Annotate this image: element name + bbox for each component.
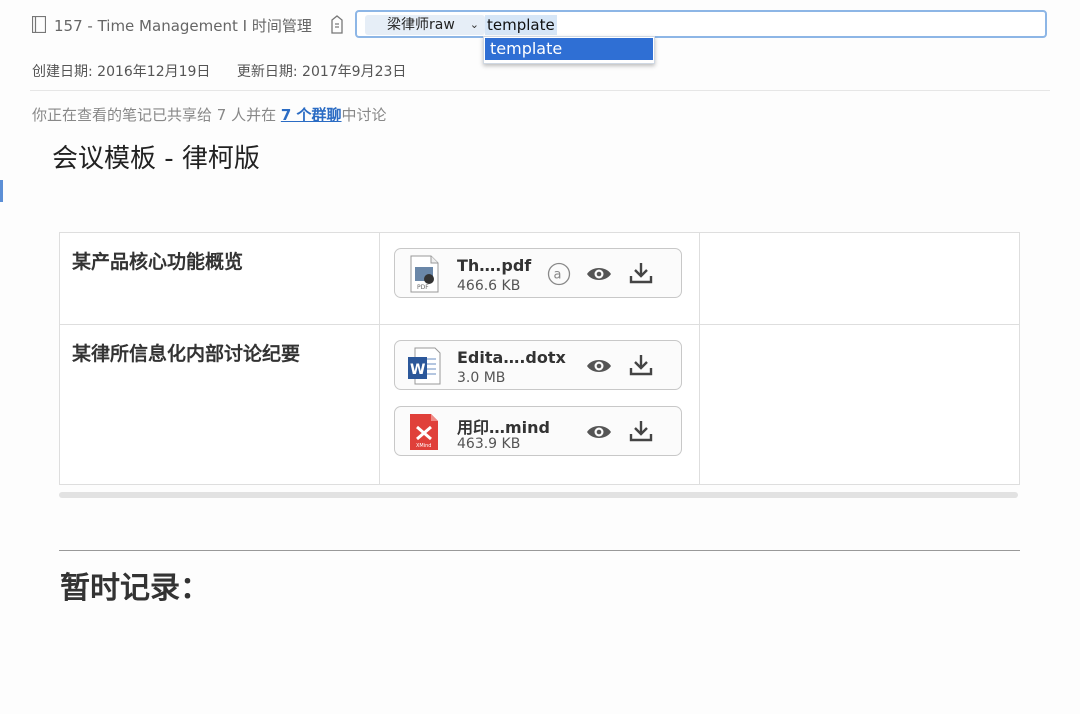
attachment-name: Th….pdf — [457, 256, 532, 275]
row-label[interactable]: 某产品核心功能概览 — [59, 232, 380, 325]
attachment-name: 用印…mind — [457, 418, 551, 437]
row-label[interactable]: 某律所信息化内部讨论纪要 — [59, 324, 380, 485]
chevron-down-icon[interactable]: ⌄ — [470, 15, 479, 35]
download-icon[interactable] — [628, 353, 654, 377]
notebook-title[interactable]: 157 - Time Management I 时间管理 — [54, 15, 312, 36]
header-divider — [30, 90, 1050, 91]
group-chats-link[interactable]: 7 个群聊 — [281, 106, 342, 124]
share-notice-suffix: 中讨论 — [341, 106, 387, 124]
content-table: 某产品核心功能概览 PDF Th….pdf 466.6 KB a 某律所信息化内… — [59, 232, 1020, 485]
updated-date: 更新日期: 2017年9月23日 — [236, 64, 407, 80]
attachment-size: 3.0 MB — [457, 370, 506, 386]
table-row: 某律所信息化内部讨论纪要 W Edita….dotx 3.0 MB XMind … — [59, 324, 1020, 485]
notebook-icon[interactable] — [32, 16, 46, 33]
tag-icon[interactable] — [329, 15, 345, 35]
section-heading[interactable]: 暂时记录： — [60, 563, 210, 607]
horizontal-rule — [59, 550, 1020, 551]
share-notice-prefix: 你正在查看的笔记已共享给 7 人并在 — [32, 106, 281, 124]
tag-chip[interactable]: 梁律师raw ⌄ — [365, 15, 485, 35]
attachment-card[interactable]: XMind 用印…mind 463.9 KB — [394, 406, 682, 456]
xmind-file-icon: XMind — [410, 414, 438, 450]
share-notice: 你正在查看的笔记已共享给 7 人并在 7 个群聊中讨论 — [32, 104, 387, 125]
preview-eye-icon[interactable] — [585, 263, 613, 285]
note-dates: 创建日期: 2016年12月19日 更新日期: 2017年9月23日 — [32, 61, 406, 81]
svg-text:W: W — [410, 362, 425, 378]
attachment-size: 463.9 KB — [457, 436, 521, 452]
tag-chip-label: 梁律师raw — [387, 17, 455, 33]
tag-input-text[interactable]: template — [485, 15, 557, 35]
attachment-name: Edita….dotx — [457, 348, 566, 367]
preview-eye-icon[interactable] — [585, 421, 613, 443]
empty-cell[interactable] — [699, 324, 1020, 485]
download-icon[interactable] — [628, 419, 654, 443]
attachment-card[interactable]: W Edita….dotx 3.0 MB — [394, 340, 682, 390]
preview-eye-icon[interactable] — [585, 355, 613, 377]
created-date: 创建日期: 2016年12月19日 — [32, 64, 211, 80]
tag-input-box[interactable]: 梁律师raw ⌄ template — [355, 10, 1047, 38]
attachment-size: 466.6 KB — [457, 278, 521, 294]
pdf-file-icon: PDF — [410, 255, 439, 293]
svg-text:XMind: XMind — [416, 443, 431, 449]
attachment-card[interactable]: PDF Th….pdf 466.6 KB a — [394, 248, 682, 298]
svg-text:PDF: PDF — [417, 284, 429, 291]
annotate-icon[interactable]: a — [547, 262, 571, 286]
empty-cell[interactable] — [699, 232, 1020, 325]
table-row: 某产品核心功能概览 PDF Th….pdf 466.6 KB a — [59, 232, 1020, 325]
word-file-icon: W — [408, 347, 441, 385]
attachment-cell: PDF Th….pdf 466.6 KB a — [379, 232, 700, 325]
download-icon[interactable] — [628, 261, 654, 285]
note-header: 157 - Time Management I 时间管理 梁律师raw ⌄ te… — [0, 0, 1080, 64]
window-edge-marker — [0, 180, 3, 202]
table-horizontal-scrollbar[interactable] — [59, 492, 1018, 498]
tag-suggestion-item[interactable]: template — [485, 38, 653, 60]
attachment-cell: W Edita….dotx 3.0 MB XMind 用印…mind 463.9… — [379, 324, 700, 485]
svg-text:a: a — [554, 268, 562, 283]
document-title[interactable]: 会议模板 - 律柯版 — [52, 138, 260, 175]
tag-suggestion-dropdown: template — [483, 36, 655, 64]
